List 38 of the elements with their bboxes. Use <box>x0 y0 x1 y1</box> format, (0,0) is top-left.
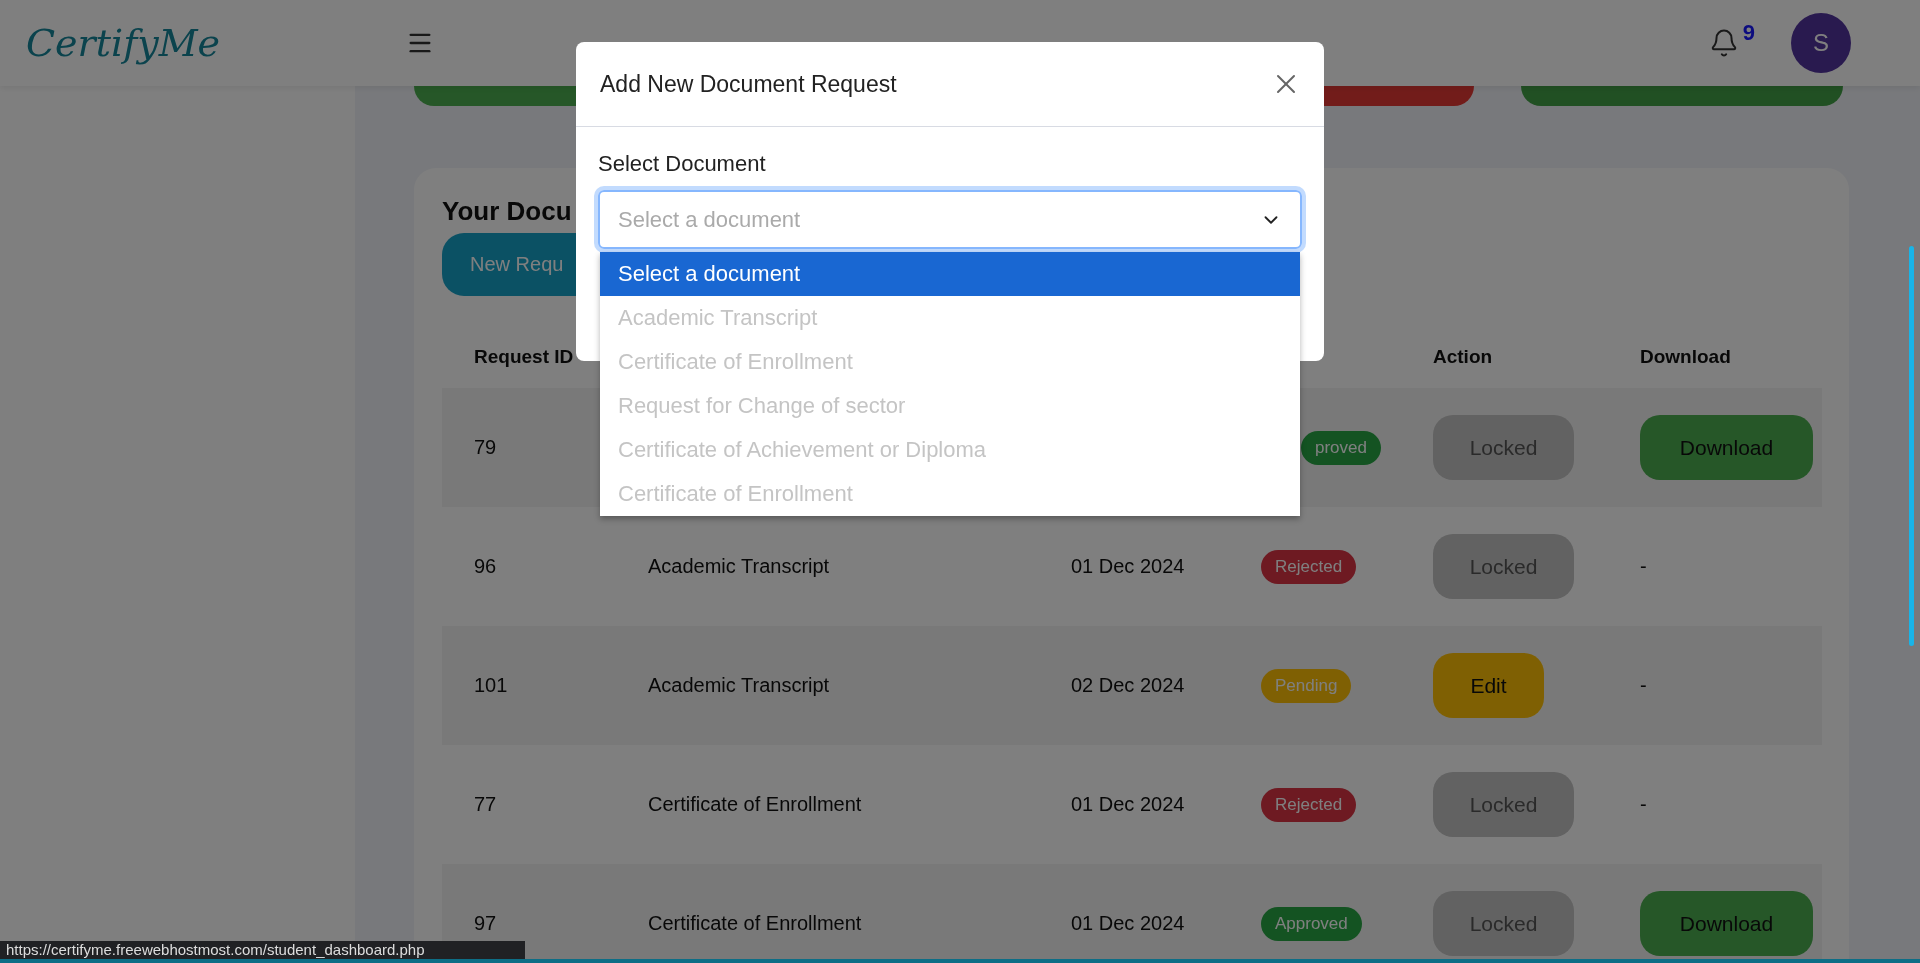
locked-button[interactable]: Locked <box>1433 534 1574 599</box>
table-cell-text: Certificate of Enrollment <box>648 793 863 816</box>
status-badge: Rejected <box>1261 787 1357 822</box>
table-cell-text: 77 <box>474 793 498 816</box>
table-cell-text: Academic Transcript <box>648 555 831 578</box>
status-badge: Approved <box>1261 906 1362 941</box>
download-button[interactable]: Download <box>1640 891 1813 956</box>
status-badge: Rejected <box>1261 549 1357 584</box>
table-cell-text: - <box>1640 674 1648 697</box>
download-button[interactable]: Download <box>1640 415 1813 480</box>
field-label: Select Document <box>598 151 767 177</box>
scrollbar[interactable] <box>1909 246 1914 646</box>
locked-button[interactable]: Locked <box>1433 891 1574 956</box>
avatar[interactable]: S <box>1791 13 1851 73</box>
locked-button[interactable]: Locked <box>1433 772 1574 837</box>
status-badge: Pending <box>1261 668 1352 703</box>
table-cell-text: 01 Dec 2024 <box>1071 555 1186 578</box>
status-badge: proved <box>1301 430 1381 465</box>
table-cell-text: 101 <box>474 674 509 697</box>
logo[interactable]: CertifyMe <box>26 21 406 65</box>
edit-button[interactable]: Edit <box>1433 653 1544 718</box>
table-cell-text: 01 Dec 2024 <box>1071 793 1186 816</box>
dropdown-option[interactable]: Select a document <box>600 252 1300 296</box>
table-cell-text: 01 Dec 2024 <box>1071 912 1186 935</box>
table-cell-text: Academic Transcript <box>648 674 831 697</box>
table-cell-text: 02 Dec 2024 <box>1071 674 1186 697</box>
table-cell-text: 96 <box>474 555 498 578</box>
card-title: Your Docu <box>442 196 572 227</box>
link-preview: https://certifyme.freewebhostmost.com/student_dashboard.php <box>0 941 525 959</box>
column-header: Action <box>1433 346 1494 368</box>
table-cell-text: Certificate of Enrollment <box>648 912 863 935</box>
column-header: Download <box>1640 346 1732 368</box>
locked-button[interactable]: Locked <box>1433 415 1574 480</box>
notification-count: 9 <box>1742 20 1755 46</box>
table-cell-text: - <box>1640 555 1648 578</box>
modal-title: Add New Document Request <box>600 70 897 98</box>
table-cell-text: - <box>1640 793 1648 816</box>
table-cell-text: 97 <box>474 912 498 935</box>
